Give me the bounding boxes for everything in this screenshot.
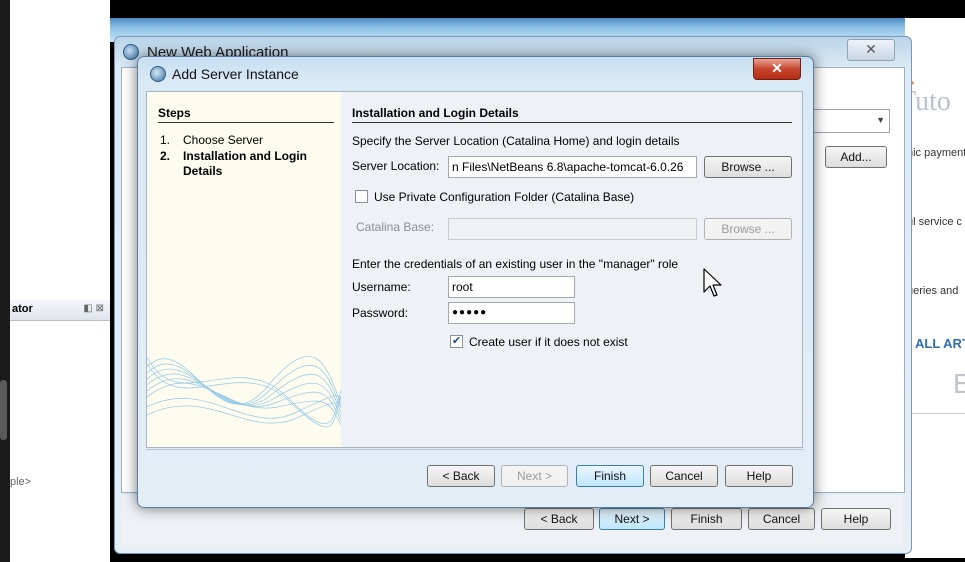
browse-button-disabled[interactable]: Browse ... <box>704 218 792 240</box>
code-fragment: ple> <box>10 476 32 488</box>
navigator-panel-header[interactable]: ator ◧ ⊠ <box>10 300 110 321</box>
catalina-base-label: Catalina Base: <box>356 220 435 234</box>
add-server-button[interactable]: Add... <box>825 146 887 168</box>
divider <box>146 449 804 450</box>
next-button[interactable]: Next > <box>599 508 665 530</box>
cancel-button[interactable]: Cancel <box>748 508 815 530</box>
netbeans-icon <box>150 66 166 82</box>
steps-list: 1. Choose Server 2. Installation and Log… <box>160 133 330 180</box>
navigator-label: ator <box>12 303 33 315</box>
back-button[interactable]: < Back <box>524 508 594 530</box>
web-page-background: Tuto nic payment ul service c ueries and… <box>905 18 965 558</box>
back-button[interactable]: < Back <box>427 465 495 487</box>
web-link[interactable]: ALL ART <box>915 336 965 351</box>
step-item: 1. Choose Server <box>160 133 330 148</box>
content-heading: Installation and Login Details <box>352 106 519 120</box>
divider <box>158 122 334 123</box>
mouse-cursor-icon <box>703 268 722 297</box>
ide-scrollbar[interactable] <box>0 380 7 440</box>
private-config-label: Use Private Configuration Folder (Catali… <box>374 190 635 204</box>
step-label: Choose Server <box>183 133 264 147</box>
intro-text: Specify the Server Location (Catalina Ho… <box>352 134 680 148</box>
web-big-text: E <box>953 368 965 399</box>
chevron-down-icon: ▼ <box>876 115 885 125</box>
create-user-checkbox[interactable]: ✔ <box>450 335 463 348</box>
divider <box>352 122 792 123</box>
help-button[interactable]: Help <box>821 508 891 530</box>
decorative-wave-graphic <box>147 356 342 428</box>
cancel-button[interactable]: Cancel <box>650 465 718 487</box>
password-input[interactable]: ●●●●● <box>448 302 575 324</box>
finish-button[interactable]: Finish <box>576 465 644 487</box>
close-button[interactable]: ✕ <box>753 58 801 80</box>
private-config-checkbox[interactable] <box>355 190 368 203</box>
server-location-label: Server Location: <box>352 159 440 173</box>
step-label: Installation and Login Details <box>183 149 307 178</box>
next-button[interactable]: Next > <box>501 465 568 487</box>
server-location-input[interactable]: n Files\NetBeans 6.8\apache-tomcat-6.0.2… <box>448 156 697 178</box>
netbeans-icon <box>123 44 139 60</box>
password-label: Password: <box>352 306 409 320</box>
screen-edge <box>0 0 10 562</box>
username-label: Username: <box>352 280 411 294</box>
ide-left-panel: ator ◧ ⊠ ple> <box>0 0 110 562</box>
close-button[interactable]: ✕ <box>847 39 895 61</box>
steps-panel: Steps 1. Choose Server 2. Installation a… <box>146 91 343 448</box>
browse-button[interactable]: Browse ... <box>704 156 792 178</box>
server-select[interactable]: ▼ <box>812 109 890 133</box>
finish-button[interactable]: Finish <box>671 508 742 530</box>
step-number: 1. <box>160 133 171 147</box>
content-panel: Installation and Login Details Specify t… <box>341 91 803 448</box>
dialog-title: Add Server Instance <box>172 66 299 82</box>
help-button[interactable]: Help <box>725 465 793 487</box>
web-snippet: ueries and <box>907 285 959 297</box>
username-input[interactable]: root <box>448 276 575 298</box>
panel-controls-icon[interactable]: ◧ ⊠ <box>83 303 104 314</box>
step-item-current: 2. Installation and Login Details <box>160 149 330 179</box>
credentials-intro-text: Enter the credentials of an existing use… <box>352 257 679 271</box>
steps-heading: Steps <box>158 106 191 120</box>
web-snippet: ul service c <box>907 216 963 228</box>
step-number: 2. <box>160 149 171 163</box>
divider <box>905 413 965 414</box>
web-snippet: nic payment <box>907 147 965 159</box>
create-user-label: Create user if it does not exist <box>469 335 628 349</box>
catalina-base-input[interactable] <box>448 218 697 240</box>
